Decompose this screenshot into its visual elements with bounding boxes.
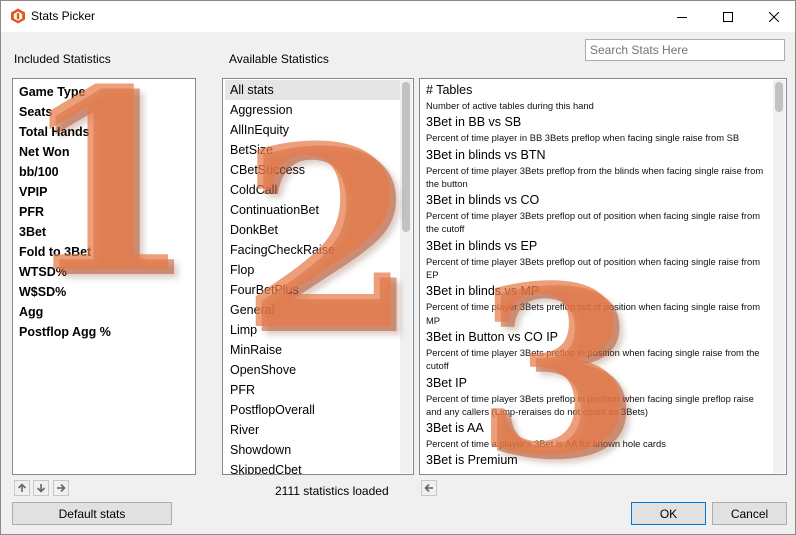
stat-detail-description: Number of active tables during this hand [426,100,594,111]
included-stat-item[interactable]: bb/100 [19,162,111,182]
stat-detail-entry[interactable]: 3Bet in blinds vs EP Percent of time play… [426,238,771,282]
included-stat-item[interactable]: Postflop Agg % [19,322,111,342]
available-stat-item[interactable]: PFR [225,380,401,400]
included-stat-item[interactable]: Net Won [19,142,111,162]
stat-detail-description: Percent of time player 3Bets preflop fro… [426,164,764,189]
stats-picker-window: Stats Picker Included Statistics Availab… [0,0,796,535]
details-scrollbar-thumb[interactable] [775,82,783,112]
available-stat-item[interactable]: Flop [225,260,401,280]
available-scrollbar[interactable] [400,80,412,473]
available-stat-item[interactable]: ColdCall [225,180,401,200]
available-stat-item[interactable]: OpenShove [225,360,401,380]
included-stat-item[interactable]: VPIP [19,182,111,202]
stat-detail-name: 3Bet in blinds vs EP [426,238,538,253]
included-stat-item[interactable]: Agg [19,302,111,322]
minimize-button[interactable] [659,1,705,32]
included-stat-item[interactable]: Game Type [19,82,111,102]
close-icon [769,11,779,22]
included-statistics-label: Included Statistics [14,52,111,66]
available-stat-item[interactable]: ContinuationBet [225,200,401,220]
available-stat-item[interactable]: FacingCheckRaise [225,240,401,260]
available-stat-item[interactable]: All stats [225,80,401,100]
available-stat-item[interactable]: Showdown [225,440,401,460]
available-statistics-label: Available Statistics [229,52,329,66]
available-stat-item[interactable]: CBetSuccess [225,160,401,180]
stat-detail-name: # Tables [426,83,473,97]
available-stat-item[interactable]: FourBetPlus [225,280,401,300]
included-stat-item[interactable]: Fold to 3Bet [19,242,111,262]
included-statistics-list[interactable]: Game Type Seats Total Hands Net Won bb/100 VP… [12,78,196,475]
stat-detail-name: 3Bet in BB vs SB [426,115,522,130]
available-stat-item[interactable]: DonkBet [225,220,401,240]
remove-stat-button[interactable] [53,480,69,496]
available-scrollbar-thumb[interactable] [402,82,410,232]
stat-detail-description: Percent of time player 3Bets preflop in … [426,392,754,417]
included-stat-item[interactable]: 3Bet [19,222,111,242]
available-stat-item[interactable]: Limp [225,320,401,340]
arrow-left-icon [424,483,433,493]
maximize-icon [723,11,733,22]
stat-detail-name: 3Bet in blinds vs MP [426,284,540,299]
stat-detail-entry[interactable]: 3Bet IP Percent of time player 3Bets pref… [426,375,771,419]
stat-detail-entry[interactable]: 3Bet in Button vs CO IP Percent of time p… [426,329,771,373]
available-stat-item[interactable]: River [225,420,401,440]
available-stat-item[interactable]: General [225,300,401,320]
statistic-details-list[interactable]: # Tables Number of active tables during t… [419,78,787,475]
available-stat-item[interactable]: AllInEquity [225,120,401,140]
move-up-button[interactable] [14,480,30,496]
arrow-down-icon [36,484,46,493]
stat-detail-entry[interactable]: # Tables Number of active tables during t… [426,82,771,112]
move-down-button[interactable] [33,480,49,496]
search-input[interactable] [585,39,785,61]
stat-detail-entry[interactable]: 3Bet in blinds vs CO Percent of time play… [426,192,771,236]
stat-detail-description: Percent of time player 3Bets preflop out… [426,210,761,235]
app-logo-icon [11,8,25,24]
stat-detail-name: 3Bet is Premium [426,453,518,468]
stat-detail-name: 3Bet in blinds vs CO [426,193,540,208]
title-bar: Stats Picker [1,1,795,32]
stat-detail-name: 3Bet is AA [426,421,484,436]
details-scrollbar[interactable] [773,80,785,473]
stat-detail-entry[interactable]: 3Bet in blinds vs BTN Percent of time pla… [426,147,771,191]
stat-detail-entry[interactable]: 3Bet in BB vs SB Percent of time player i… [426,114,771,144]
included-stat-item[interactable]: Seats [19,102,111,122]
included-stat-item[interactable]: W$SD% [19,282,111,302]
included-stat-item[interactable]: PFR [19,202,111,222]
stat-detail-name: 3Bet IP [426,375,467,390]
default-stats-button[interactable]: Default stats [12,502,172,525]
arrow-up-icon [17,483,27,492]
available-stat-item[interactable]: PostflopOverall [225,400,401,420]
available-stat-item[interactable]: BetSize [225,140,401,160]
available-stat-item[interactable]: SkippedCbet [225,460,401,474]
stat-detail-entry[interactable]: 3Bet is AA Percent of time a player's 3Be… [426,420,771,450]
included-stat-item[interactable]: WTSD% [19,262,111,282]
stat-detail-description: Percent of time a player's 3Bet is AA fo… [426,438,666,450]
stat-detail-description: Percent of time player 3Bets preflop in … [426,346,760,372]
add-stat-button[interactable] [421,480,437,496]
stat-detail-name: 3Bet in Button vs CO IP [426,329,559,344]
stat-detail-description: Percent of time player 3Bets preflop out… [426,301,761,326]
available-statistics-list[interactable]: All stats Aggression AllInEquity BetSize CBe… [222,78,414,475]
stat-detail-description: Percent of time player 3Bets preflop out… [426,255,761,281]
maximize-button[interactable] [705,1,751,32]
available-stat-item[interactable]: MinRaise [225,340,401,360]
stat-detail-name: 3Bet in blinds vs BTN [426,147,546,162]
available-stat-item[interactable]: Aggression [225,100,401,120]
included-stat-item[interactable]: Total Hands [19,122,111,142]
cancel-button[interactable]: Cancel [712,502,787,525]
close-button[interactable] [751,1,796,32]
stat-detail-description: Percent of time player in BB 3Bets prefl… [426,132,740,144]
ok-button[interactable]: OK [631,502,706,525]
window-title: Stats Picker [31,9,96,23]
minimize-icon [677,16,687,18]
statistics-loaded-status: 2111 statistics loaded [275,484,389,498]
arrow-right-icon [57,483,66,493]
stat-detail-entry[interactable]: 3Bet in blinds vs MP Percent of time play… [426,283,771,327]
stat-detail-entry[interactable]: 3Bet is Premium [426,452,771,469]
